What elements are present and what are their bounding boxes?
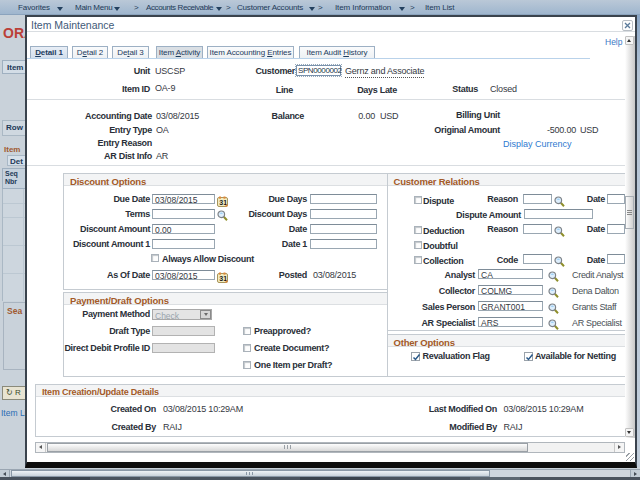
svg-text:31: 31 — [219, 199, 227, 206]
svg-text:31: 31 — [219, 275, 227, 282]
